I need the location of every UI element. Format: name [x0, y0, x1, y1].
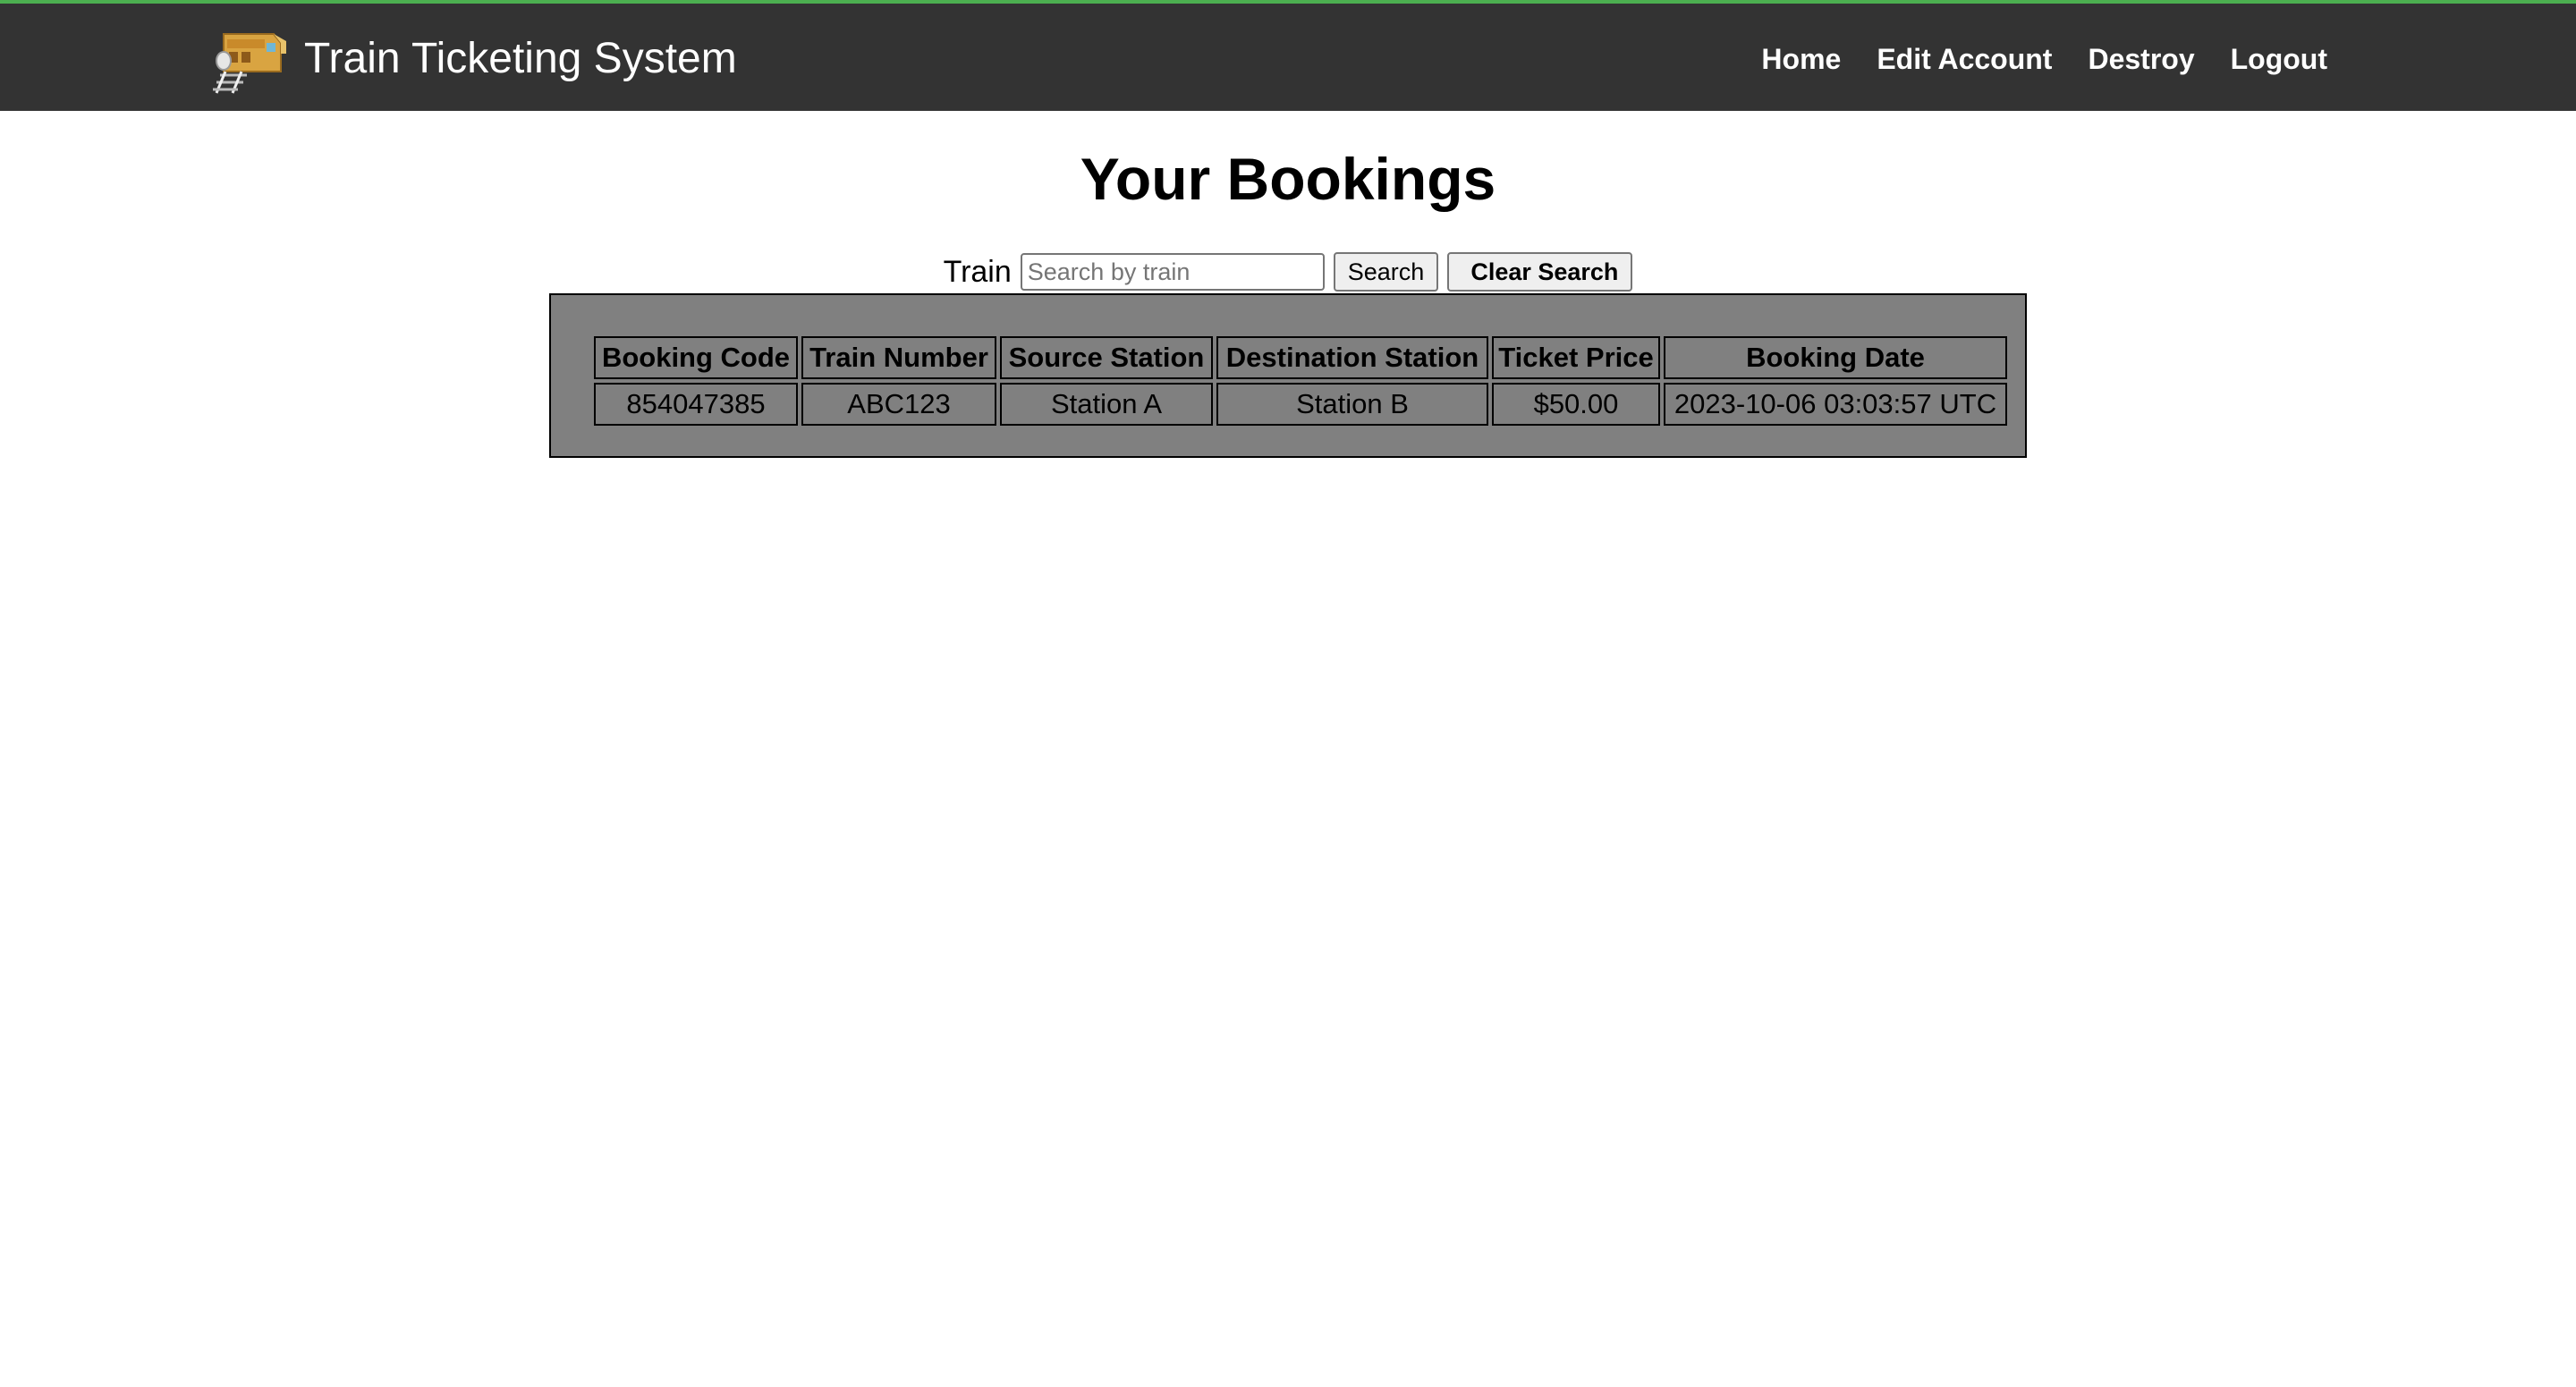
column-header-booking-code: Booking Code — [594, 336, 798, 379]
cell-booking-code: 854047385 — [594, 383, 798, 426]
search-form: Train Search Clear Search — [0, 250, 2576, 293]
table-row: 854047385 ABC123 Station A Station B $50… — [594, 383, 2007, 426]
nav-destroy-link[interactable]: Destroy — [2088, 43, 2194, 76]
search-button[interactable]: Search — [1333, 252, 1439, 292]
column-header-source-station: Source Station — [1000, 336, 1213, 379]
cell-booking-date: 2023-10-06 03:03:57 UTC — [1664, 383, 2007, 426]
column-header-booking-date: Booking Date — [1664, 336, 2007, 379]
top-navbar: Train Ticketing System Home Edit Account… — [0, 0, 2576, 111]
cell-source-station: Station A — [1000, 383, 1213, 426]
clear-search-button[interactable]: Clear Search — [1447, 252, 1633, 292]
column-header-ticket-price: Ticket Price — [1492, 336, 1660, 379]
cell-train-number: ABC123 — [801, 383, 996, 426]
column-header-train-number: Train Number — [801, 336, 996, 379]
train-search-input[interactable] — [1020, 253, 1325, 291]
train-search-label: Train — [943, 254, 1012, 289]
column-header-destination-station: Destination Station — [1216, 336, 1488, 379]
table-header-row: Booking Code Train Number Source Station… — [594, 336, 2007, 379]
nav-home-link[interactable]: Home — [1761, 43, 1841, 76]
bookings-table-container: Booking Code Train Number Source Station… — [549, 293, 2027, 458]
nav-logout-link[interactable]: Logout — [2231, 43, 2327, 76]
main-nav: Home Edit Account Destroy Logout — [1725, 4, 2327, 114]
cell-ticket-price: $50.00 — [1492, 383, 1660, 426]
train-icon — [213, 33, 286, 94]
page-title: Your Bookings — [1080, 146, 1496, 212]
cell-destination-station: Station B — [1216, 383, 1488, 426]
app-title: Train Ticketing System — [304, 34, 737, 82]
nav-edit-account-link[interactable]: Edit Account — [1877, 43, 2052, 76]
bookings-table: Booking Code Train Number Source Station… — [590, 333, 2011, 429]
brand[interactable]: Train Ticketing System — [211, 20, 737, 97]
